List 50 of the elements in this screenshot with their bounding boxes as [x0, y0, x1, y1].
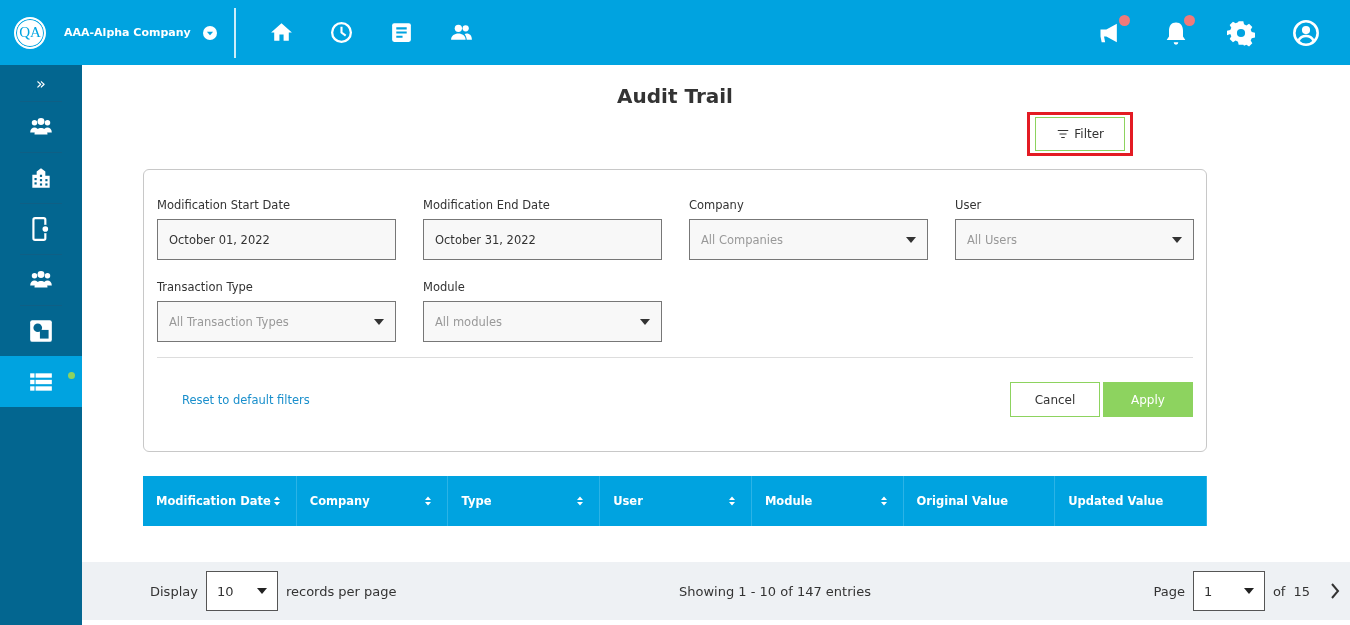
- field-label: User: [955, 198, 983, 212]
- per-page-label: records per page: [285, 583, 397, 599]
- entries-summary: Showing 1 - 10 of 147 entries: [679, 583, 871, 599]
- column-header: Updated Value: [1055, 476, 1207, 526]
- select-field[interactable]: All Users: [955, 219, 1194, 260]
- select-field[interactable]: All Companies: [689, 219, 928, 260]
- profile-icon[interactable]: [1292, 18, 1320, 47]
- field-label: Module: [423, 280, 466, 294]
- field-label: Transaction Type: [157, 280, 254, 294]
- caret-icon: [1243, 588, 1254, 594]
- page-label: Page: [1153, 583, 1185, 599]
- reset-link[interactable]: Reset to default filters: [182, 392, 310, 407]
- column-header[interactable]: Company: [296, 476, 449, 526]
- caret-icon: [374, 318, 384, 325]
- document-icon[interactable]: [389, 20, 414, 45]
- column-header[interactable]: Module: [751, 476, 904, 526]
- sidebar-item[interactable]: [0, 356, 82, 407]
- field-label: Company: [689, 198, 745, 212]
- filter-icon: [1056, 127, 1071, 141]
- column-header: Original Value: [903, 476, 1056, 526]
- next-page-icon[interactable]: [1330, 583, 1340, 599]
- column-header[interactable]: Type: [448, 476, 601, 526]
- page-select[interactable]: 1: [1192, 571, 1265, 611]
- caret-icon: [1172, 236, 1182, 243]
- page-size-select[interactable]: 10: [205, 571, 278, 611]
- filter-button[interactable]: Filter: [1035, 117, 1125, 151]
- expand-toggle[interactable]: »: [0, 65, 82, 101]
- field-label: Modification End Date: [423, 198, 551, 212]
- cancel-button[interactable]: Cancel: [1010, 382, 1100, 417]
- caret-icon: [256, 588, 267, 594]
- display-label: Display: [150, 583, 198, 599]
- logo[interactable]: QA: [14, 16, 46, 49]
- field-label: Modification Start Date: [157, 198, 291, 212]
- of-label: of: [1272, 583, 1286, 599]
- date-field[interactable]: October 31, 2022: [423, 219, 662, 260]
- shapes-icon: [28, 318, 54, 344]
- column-header[interactable]: Modification Date: [143, 476, 297, 526]
- clock-icon[interactable]: [329, 20, 354, 45]
- date-field[interactable]: October 01, 2022: [157, 219, 396, 260]
- select-field[interactable]: All modules: [423, 301, 662, 342]
- column-header[interactable]: User: [600, 476, 752, 526]
- page-title: Audit Trail: [616, 84, 734, 108]
- total-pages: 15: [1293, 583, 1310, 599]
- caret-icon: [640, 318, 650, 325]
- dropdown-icon[interactable]: [202, 25, 217, 40]
- company-name: AAA-Alpha Company: [64, 26, 191, 39]
- select-field[interactable]: All Transaction Types: [157, 301, 396, 342]
- caret-icon: [906, 236, 916, 243]
- settings-icon[interactable]: [1227, 18, 1255, 47]
- apply-button[interactable]: Apply: [1103, 382, 1193, 417]
